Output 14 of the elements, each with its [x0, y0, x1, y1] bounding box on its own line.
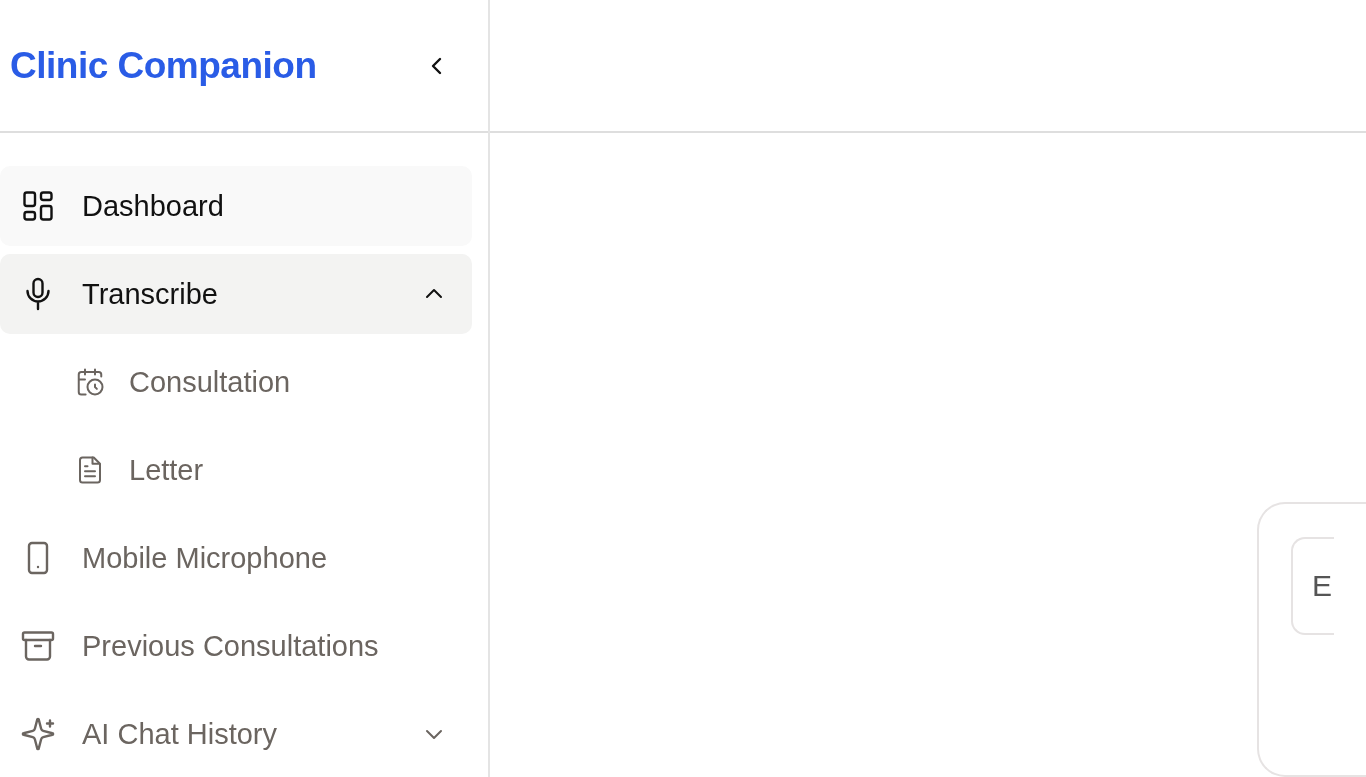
chevron-left-icon [430, 55, 444, 76]
sidebar-subitem[interactable]: Letter [0, 430, 472, 510]
grid-icon [20, 188, 56, 224]
sidebar-item[interactable]: Dashboard [0, 166, 472, 246]
sidebar-item[interactable]: AI Chat History [0, 694, 472, 774]
sidebar-item[interactable]: Mobile Microphone [0, 518, 472, 598]
archive-box-icon [20, 628, 56, 664]
card-button[interactable]: E [1291, 537, 1334, 635]
sidebar-item[interactable]: Transcribe [0, 254, 472, 334]
calendar-clock-icon [75, 367, 105, 397]
app-title: Clinic Companion [10, 44, 317, 87]
sparkle-icon [20, 716, 56, 752]
sidebar-subitem[interactable]: Consultation [0, 342, 472, 422]
sidebar-item[interactable]: Previous Consultations [0, 606, 472, 686]
